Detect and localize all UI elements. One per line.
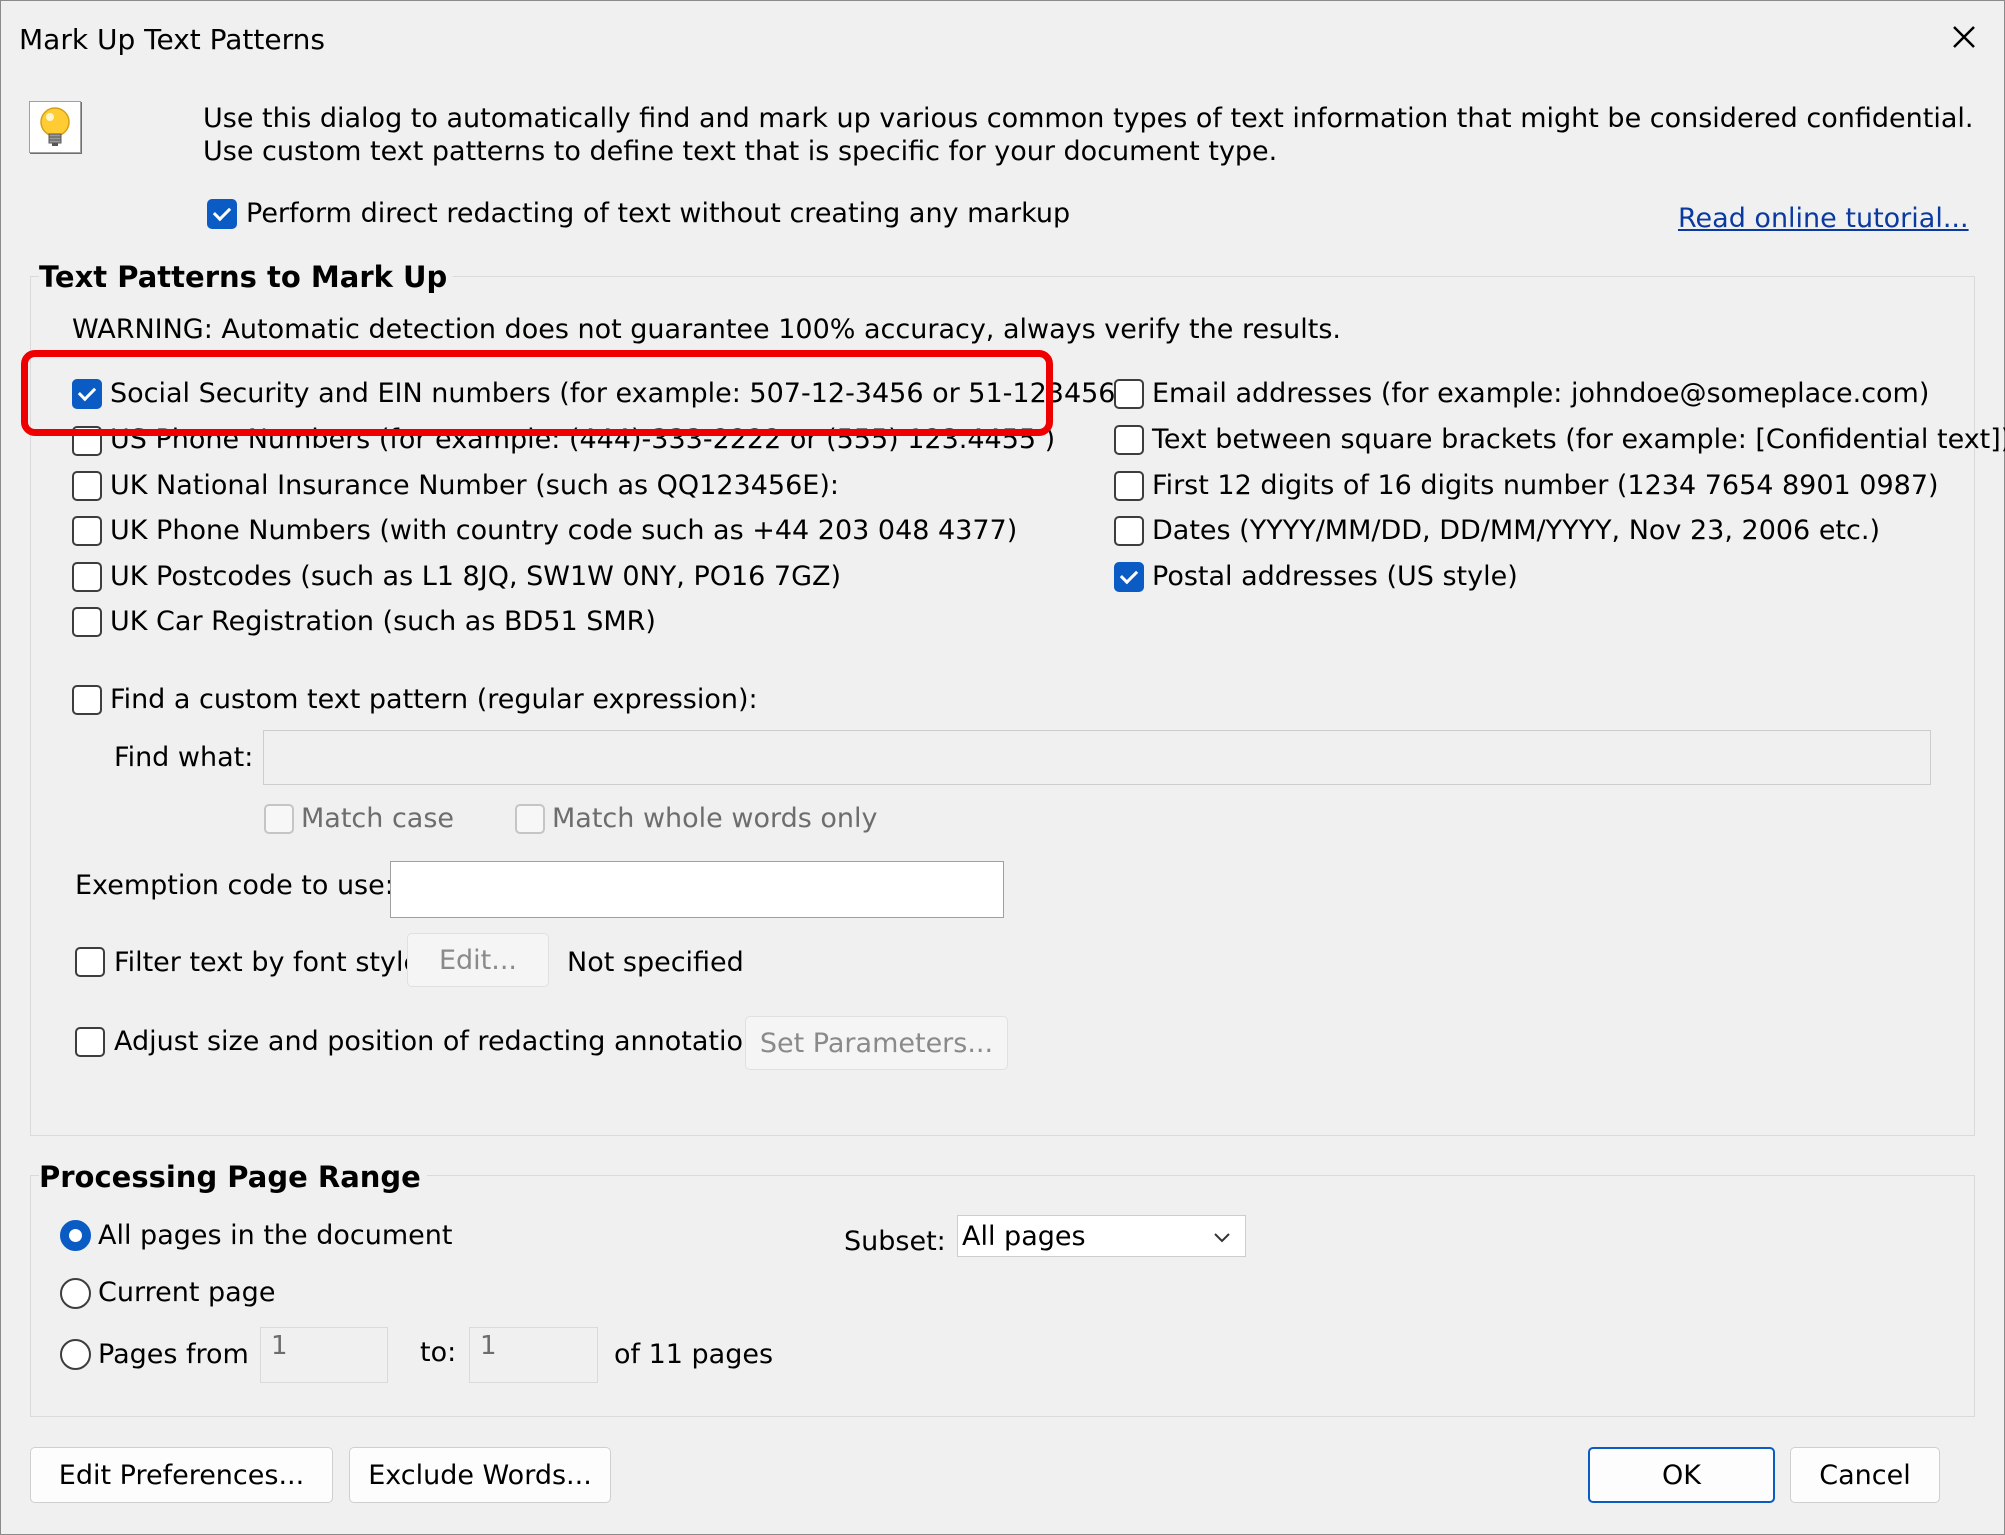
- dialog-description: Use this dialog to automatically find an…: [203, 103, 1974, 167]
- set-parameters-button[interactable]: Set Parameters...: [745, 1016, 1008, 1070]
- highlight-annotation: [21, 350, 1053, 436]
- uk-postcodes-label[interactable]: UK Postcodes (such as L1 8JQ, SW1W 0NY, …: [110, 561, 841, 592]
- text-patterns-title: Text Patterns to Mark Up: [39, 260, 454, 294]
- match-case-label[interactable]: Match case: [301, 803, 454, 834]
- dates-checkbox[interactable]: [1114, 516, 1144, 546]
- postal-addresses-label[interactable]: Postal addresses (US style): [1152, 561, 1518, 592]
- all-pages-label[interactable]: All pages in the document: [98, 1220, 452, 1251]
- digits-number-checkbox[interactable]: [1114, 471, 1144, 501]
- custom-pattern-label[interactable]: Find a custom text pattern (regular expr…: [110, 684, 758, 715]
- current-page-label[interactable]: Current page: [98, 1277, 275, 1308]
- direct-redact-checkbox[interactable]: [207, 199, 237, 229]
- digits-number-label[interactable]: First 12 digits of 16 digits number (123…: [1152, 470, 1939, 501]
- uk-postcodes-checkbox[interactable]: [72, 562, 102, 592]
- subset-select[interactable]: All pages: [957, 1215, 1246, 1257]
- all-pages-radio[interactable]: [60, 1220, 91, 1251]
- subset-label: Subset:: [844, 1226, 946, 1257]
- close-icon[interactable]: [1946, 19, 1982, 55]
- pages-to-label: to:: [420, 1337, 457, 1368]
- email-checkbox[interactable]: [1114, 379, 1144, 409]
- uk-car-reg-checkbox[interactable]: [72, 607, 102, 637]
- edit-font-style-button[interactable]: Edit...: [407, 933, 549, 987]
- current-page-radio[interactable]: [60, 1278, 91, 1309]
- filter-font-style-checkbox[interactable]: [75, 947, 105, 977]
- filter-font-style-label[interactable]: Filter text by font style:: [114, 947, 429, 978]
- direct-redact-label[interactable]: Perform direct redacting of text without…: [246, 198, 1070, 229]
- match-whole-words-label[interactable]: Match whole words only: [552, 803, 878, 834]
- dialog-title: Mark Up Text Patterns: [19, 23, 325, 56]
- adjust-annotations-checkbox[interactable]: [75, 1027, 105, 1057]
- pages-to-input[interactable]: 1: [469, 1327, 598, 1383]
- cancel-button[interactable]: Cancel: [1790, 1447, 1940, 1503]
- find-what-label: Find what:: [114, 742, 254, 773]
- ok-button[interactable]: OK: [1588, 1447, 1775, 1503]
- email-label[interactable]: Email addresses (for example: johndoe@so…: [1152, 378, 1929, 409]
- accuracy-warning: WARNING: Automatic detection does not gu…: [72, 314, 1341, 345]
- filter-status-text: Not specified: [567, 947, 744, 978]
- pages-from-label[interactable]: Pages from: [98, 1339, 249, 1370]
- uk-phone-label[interactable]: UK Phone Numbers (with country code such…: [110, 515, 1017, 546]
- uk-ni-checkbox[interactable]: [72, 471, 102, 501]
- custom-pattern-checkbox[interactable]: [72, 685, 102, 715]
- lightbulb-icon: [29, 101, 81, 153]
- exemption-code-label: Exemption code to use:: [75, 870, 394, 901]
- dates-label[interactable]: Dates (YYYY/MM/DD, DD/MM/YYYY, Nov 23, 2…: [1152, 515, 1880, 546]
- edit-preferences-button[interactable]: Edit Preferences...: [30, 1447, 333, 1503]
- mark-up-text-patterns-dialog: Mark Up Text Patterns Use this dialog to…: [0, 0, 2005, 1535]
- match-case-checkbox[interactable]: [264, 804, 294, 834]
- square-brackets-label[interactable]: Text between square brackets (for exampl…: [1152, 424, 2005, 455]
- find-what-input[interactable]: [263, 730, 1931, 785]
- exemption-code-input[interactable]: [390, 861, 1004, 918]
- page-count-text: of 11 pages: [614, 1339, 774, 1370]
- pages-from-radio[interactable]: [60, 1339, 91, 1370]
- read-online-tutorial-link[interactable]: Read online tutorial...: [1678, 203, 1969, 234]
- uk-phone-checkbox[interactable]: [72, 516, 102, 546]
- exclude-words-button[interactable]: Exclude Words...: [349, 1447, 611, 1503]
- uk-ni-label[interactable]: UK National Insurance Number (such as QQ…: [110, 470, 839, 501]
- square-brackets-checkbox[interactable]: [1114, 425, 1144, 455]
- uk-car-reg-label[interactable]: UK Car Registration (such as BD51 SMR): [110, 606, 656, 637]
- chevron-down-icon: [1211, 1224, 1233, 1246]
- postal-addresses-checkbox[interactable]: [1114, 562, 1144, 592]
- match-whole-words-checkbox[interactable]: [515, 804, 545, 834]
- adjust-annotations-label[interactable]: Adjust size and position of redacting an…: [114, 1026, 783, 1057]
- subset-select-value: All pages: [962, 1220, 1086, 1252]
- page-range-title: Processing Page Range: [39, 1160, 427, 1194]
- pages-from-input[interactable]: 1: [260, 1327, 388, 1383]
